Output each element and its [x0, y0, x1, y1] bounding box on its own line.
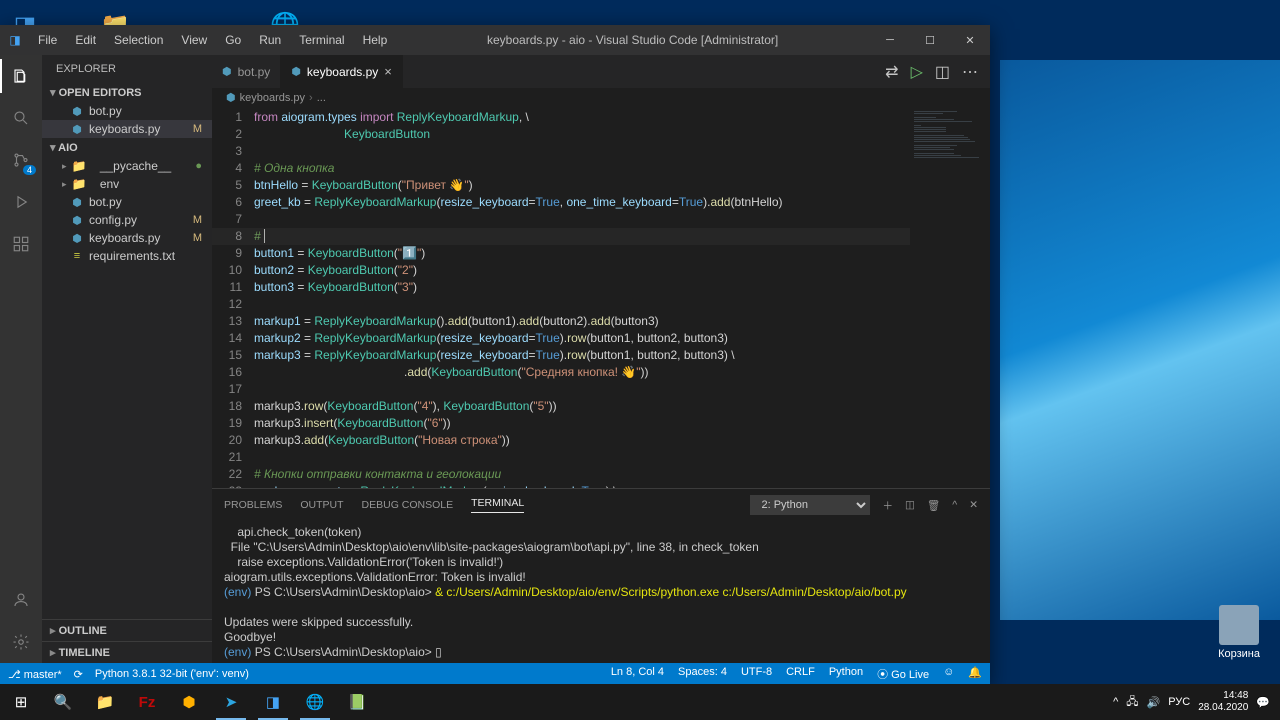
folder-pycache[interactable]: 📁 __pycache__● [42, 157, 212, 175]
status-branch[interactable]: ⎇ master* [8, 668, 62, 681]
split-terminal-icon[interactable]: ◫ [905, 499, 915, 511]
status-encoding[interactable]: UTF-8 [741, 666, 772, 682]
top-menu: File Edit Selection View Go Run Terminal… [30, 29, 395, 51]
recycle-label: Корзина [1218, 648, 1260, 660]
taskbar-search[interactable]: 🔍 [42, 684, 84, 720]
editor-area: ⬢bot.py ⬢keyboards.py× ⇄ ▷ ◫ ⋯ ⬢keyboard… [212, 55, 990, 663]
code-editor[interactable]: 123456789101112131415161718192021222324 … [212, 107, 990, 488]
section-project[interactable]: AIO [42, 138, 212, 157]
taskbar-explorer[interactable]: 📁 [84, 684, 126, 720]
settings-icon[interactable] [8, 629, 34, 655]
scm-badge: 4 [23, 165, 36, 175]
tray-chevron-icon[interactable]: ^ [1113, 696, 1118, 708]
start-button[interactable]: ⊞ [0, 684, 42, 720]
breadcrumb[interactable]: ⬢keyboards.py›... [212, 88, 990, 107]
minimize-button[interactable]: ─ [870, 25, 910, 55]
tray-volume-icon[interactable]: 🔊 [1147, 696, 1161, 709]
menu-terminal[interactable]: Terminal [291, 29, 352, 51]
section-open-editors[interactable]: OPEN EDITORS [42, 83, 212, 102]
taskbar: ⊞ 🔍 📁 Fz ⬢ ➤ ◨ 🌐 📗 ^ 🖧 🔊 РУС 14:4828.04.… [0, 684, 1280, 720]
code-content[interactable]: from aiogram.types import ReplyKeyboardM… [254, 107, 910, 488]
terminal-selector[interactable]: 2: Python [750, 495, 870, 515]
window-title: keyboards.py - aio - Visual Studio Code … [395, 33, 870, 47]
recycle-bin[interactable]: Корзина [1218, 605, 1260, 660]
menu-go[interactable]: Go [217, 29, 249, 51]
editor-tabs: ⬢bot.py ⬢keyboards.py× ⇄ ▷ ◫ ⋯ [212, 55, 990, 88]
run-icon[interactable]: ▷ [911, 62, 923, 82]
sidebar: EXPLORER OPEN EDITORS ⬢bot.py ⬢keyboards… [42, 55, 212, 663]
status-feedback-icon[interactable]: ☺ [943, 666, 954, 682]
activity-bar: 4 [0, 55, 42, 663]
more-icon[interactable]: ⋯ [962, 62, 978, 82]
tab-keyboards[interactable]: ⬢keyboards.py× [281, 55, 403, 88]
line-numbers: 123456789101112131415161718192021222324 [212, 107, 254, 488]
close-button[interactable]: ✕ [950, 25, 990, 55]
scm-icon[interactable]: 4 [8, 147, 34, 173]
explorer-icon[interactable] [8, 63, 34, 89]
openeditor-bot[interactable]: ⬢bot.py [42, 102, 212, 120]
menu-file[interactable]: File [30, 29, 65, 51]
maximize-button[interactable]: ☐ [910, 25, 950, 55]
panel-output[interactable]: OUTPUT [300, 499, 343, 511]
status-spaces[interactable]: Spaces: 4 [678, 666, 727, 682]
menu-view[interactable]: View [173, 29, 215, 51]
status-golive[interactable]: ⦿ Go Live [877, 666, 929, 682]
statusbar: ⎇ master* ⟳ Python 3.8.1 32-bit ('env': … [0, 663, 990, 685]
status-lang[interactable]: Python [829, 666, 863, 682]
taskbar-vscode[interactable]: ◨ [252, 684, 294, 720]
panel-problems[interactable]: PROBLEMS [224, 499, 282, 511]
kill-terminal-icon[interactable]: 🗑 [927, 499, 940, 512]
menu-run[interactable]: Run [251, 29, 289, 51]
panel-terminal[interactable]: TERMINAL [471, 497, 524, 513]
tray-lang[interactable]: РУС [1168, 696, 1190, 708]
status-position[interactable]: Ln 8, Col 4 [611, 666, 664, 682]
status-eol[interactable]: CRLF [786, 666, 815, 682]
close-tab-icon[interactable]: × [384, 64, 392, 79]
accounts-icon[interactable] [8, 587, 34, 613]
file-config[interactable]: ⬢config.pyM [42, 211, 212, 229]
menu-selection[interactable]: Selection [106, 29, 171, 51]
search-icon[interactable] [8, 105, 34, 131]
panel-debug[interactable]: DEBUG CONSOLE [362, 499, 454, 511]
tray-notifications-icon[interactable]: 💬 [1256, 696, 1270, 709]
taskbar-filezilla[interactable]: Fz [126, 684, 168, 720]
extensions-icon[interactable] [8, 231, 34, 257]
tray-clock[interactable]: 14:4828.04.2020 [1198, 690, 1248, 714]
close-panel-icon[interactable]: ✕ [969, 499, 978, 511]
sidebar-title: EXPLORER [42, 55, 212, 83]
taskbar-notepad[interactable]: 📗 [336, 684, 378, 720]
menu-edit[interactable]: Edit [67, 29, 104, 51]
taskbar-telegram[interactable]: ➤ [210, 684, 252, 720]
maximize-panel-icon[interactable]: ^ [952, 499, 957, 511]
debug-icon[interactable] [8, 189, 34, 215]
new-terminal-icon[interactable]: ＋ [882, 498, 893, 513]
status-sync[interactable]: ⟳ [74, 668, 83, 681]
openeditor-keyboards[interactable]: ⬢keyboards.pyM [42, 120, 212, 138]
taskbar-chrome[interactable]: 🌐 [294, 684, 336, 720]
bottom-panel: PROBLEMS OUTPUT DEBUG CONSOLE TERMINAL 2… [212, 488, 990, 663]
split-icon[interactable]: ◫ [935, 62, 950, 82]
file-requirements[interactable]: ≡requirements.txt [42, 247, 212, 265]
taskbar-app1[interactable]: ⬢ [168, 684, 210, 720]
tab-bot[interactable]: ⬢bot.py [212, 55, 281, 88]
system-tray: ^ 🖧 🔊 РУС 14:4828.04.2020 💬 [1113, 690, 1280, 714]
section-outline[interactable]: OUTLINE [42, 619, 212, 641]
vscode-window: ◨ File Edit Selection View Go Run Termin… [0, 25, 990, 685]
file-bot[interactable]: ⬢bot.py [42, 193, 212, 211]
tray-network-icon[interactable]: 🖧 [1126, 693, 1138, 712]
menu-help[interactable]: Help [355, 29, 396, 51]
status-python[interactable]: Python 3.8.1 32-bit ('env': venv) [95, 668, 249, 680]
titlebar: ◨ File Edit Selection View Go Run Termin… [0, 25, 990, 55]
section-timeline[interactable]: TIMELINE [42, 641, 212, 663]
vscode-logo-icon: ◨ [0, 33, 30, 47]
minimap[interactable] [910, 107, 990, 488]
compare-icon[interactable]: ⇄ [885, 62, 898, 82]
status-bell-icon[interactable]: 🔔 [968, 666, 982, 682]
folder-env[interactable]: 📁 env [42, 175, 212, 193]
terminal-output[interactable]: api.check_token(token) File "C:\Users\Ad… [212, 521, 990, 663]
file-keyboards[interactable]: ⬢keyboards.pyM [42, 229, 212, 247]
